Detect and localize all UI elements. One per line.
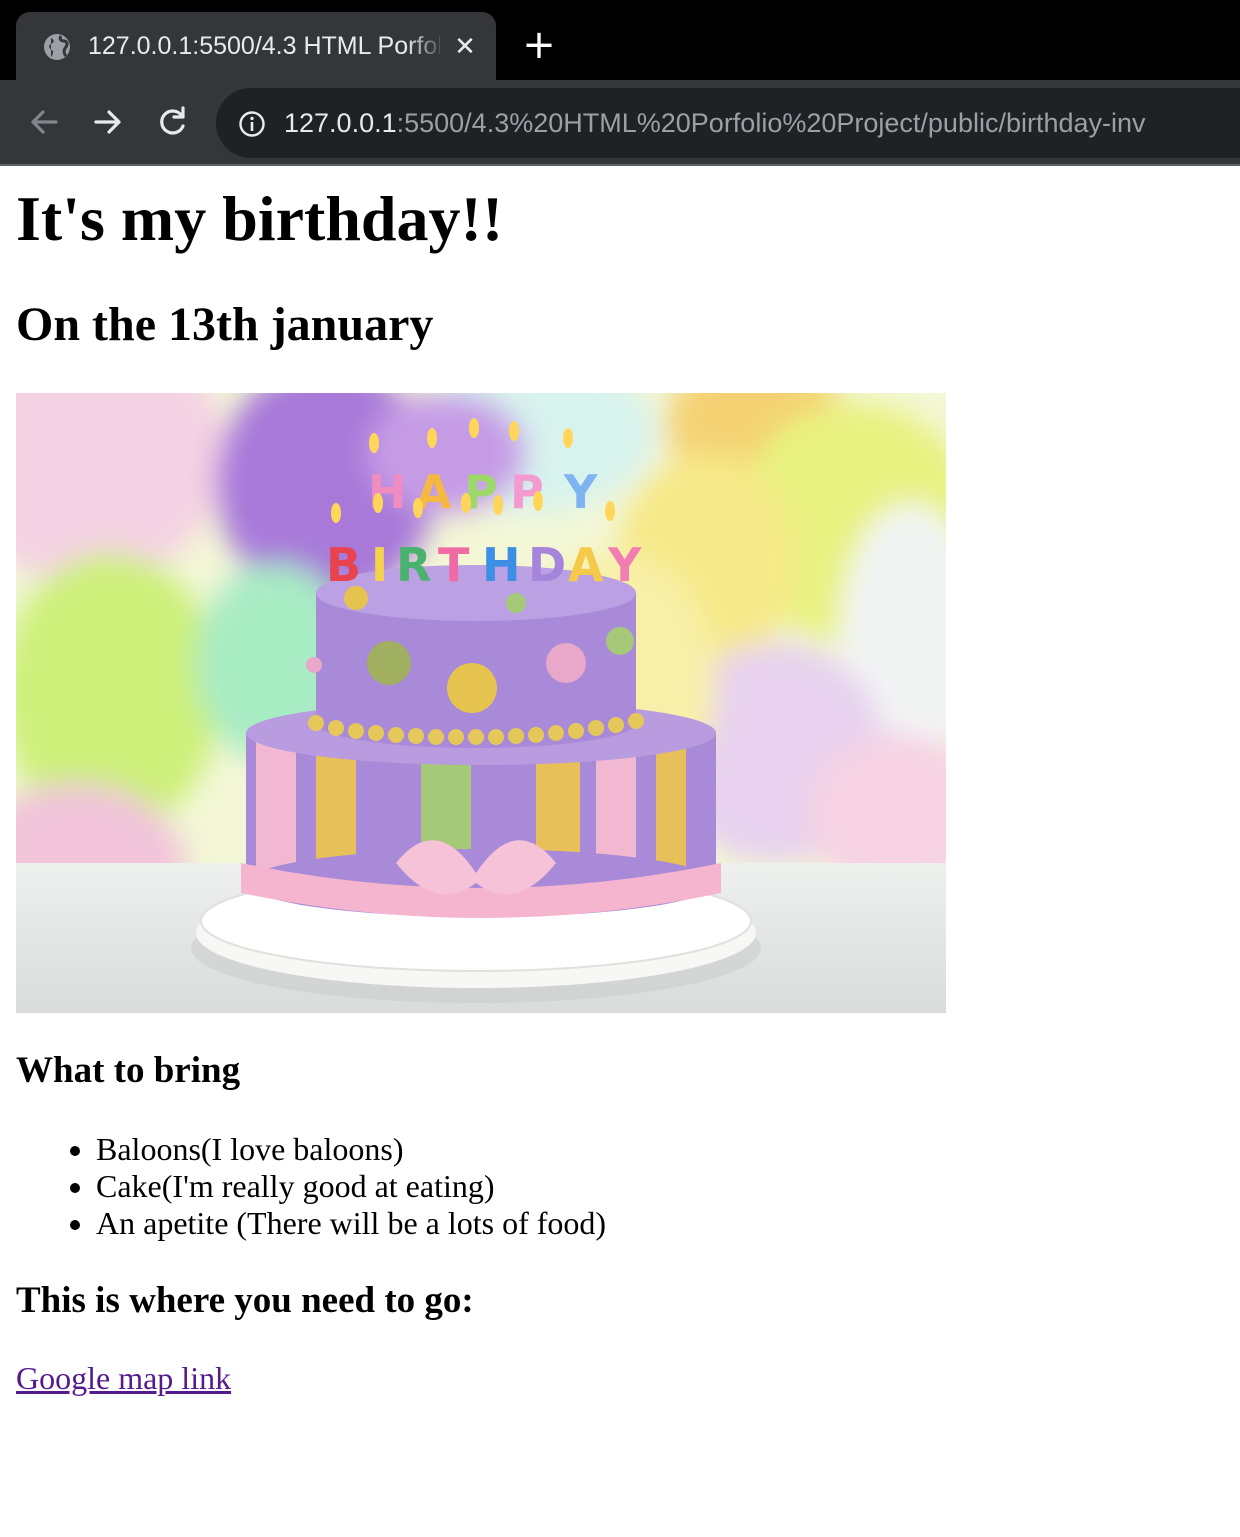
list-item: Cake(I'm really good at eating) — [96, 1168, 606, 1205]
address-bar[interactable]: 127.0.0.1:5500/4.3%20HTML%20Porfolio%20P… — [216, 88, 1240, 158]
svg-text:Y: Y — [563, 465, 598, 519]
browser-tab-strip: 127.0.0.1:5500/4.3 HTML Porfolio Project… — [0, 0, 1240, 80]
bring-list: Baloons(I love baloons) Cake(I'm really … — [16, 1131, 606, 1242]
birthday-cake-image: H A P P Y B I R T H D A Y — [16, 393, 946, 1013]
url-host: 127.0.0.1 — [284, 108, 397, 138]
svg-text:B: B — [326, 538, 361, 592]
page-title: It's my birthday!! — [16, 183, 504, 254]
list-item: Baloons(I love baloons) — [96, 1131, 606, 1168]
browser-toolbar: 127.0.0.1:5500/4.3%20HTML%20Porfolio%20P… — [0, 80, 1240, 166]
arrow-left-icon[interactable] — [24, 102, 64, 142]
google-map-link[interactable]: Google map link — [16, 1359, 231, 1397]
info-icon[interactable] — [238, 110, 266, 138]
svg-text:Y: Y — [607, 538, 642, 592]
svg-text:H: H — [368, 465, 407, 519]
svg-text:R: R — [396, 538, 431, 592]
tab-title-fade — [406, 26, 446, 66]
date-heading: On the 13th january — [16, 298, 434, 351]
what-to-bring-heading: What to bring — [16, 1050, 241, 1091]
svg-text:H: H — [482, 538, 521, 592]
browser-tab[interactable]: 127.0.0.1:5500/4.3 HTML Porfolio Project… — [16, 12, 496, 80]
close-icon[interactable]: ✕ — [450, 32, 480, 62]
reload-icon[interactable] — [152, 102, 192, 142]
tab-title: 127.0.0.1:5500/4.3 HTML Porfolio Project… — [88, 32, 440, 60]
plus-icon[interactable]: + — [520, 25, 558, 65]
svg-text:A: A — [568, 538, 604, 592]
svg-text:D: D — [528, 538, 566, 592]
globe-icon — [44, 34, 70, 60]
svg-text:T: T — [438, 538, 470, 592]
url-text[interactable]: 127.0.0.1:5500/4.3%20HTML%20Porfolio%20P… — [284, 106, 1146, 140]
location-heading: This is where you need to go: — [16, 1280, 474, 1321]
arrow-right-icon[interactable] — [88, 102, 128, 142]
svg-text:I: I — [371, 538, 388, 592]
url-path: :5500/4.3%20HTML%20Porfolio%20Project/pu… — [396, 108, 1146, 138]
list-item: An apetite (There will be a lots of food… — [96, 1205, 606, 1242]
